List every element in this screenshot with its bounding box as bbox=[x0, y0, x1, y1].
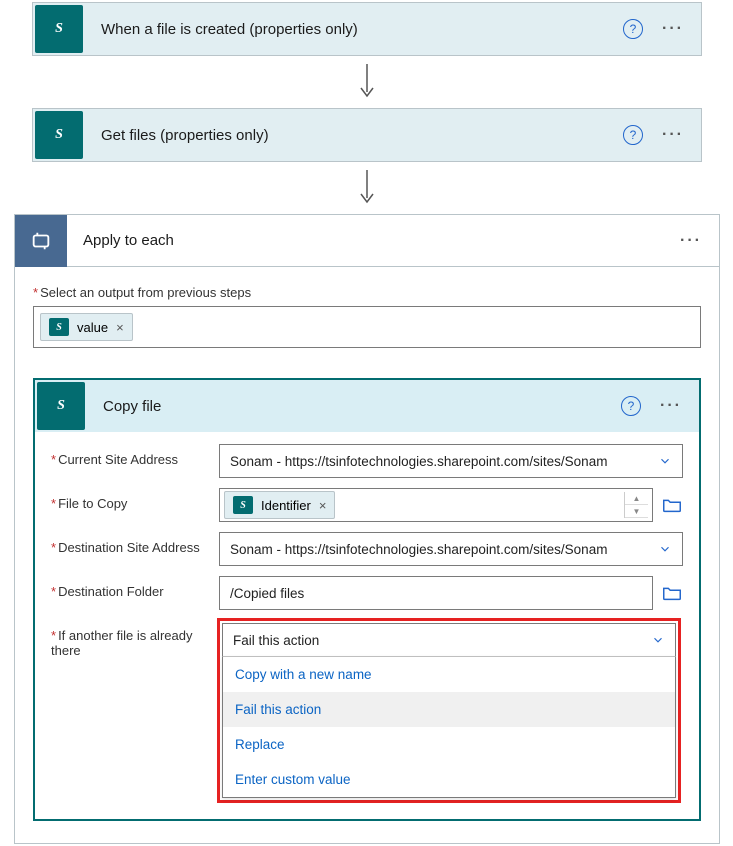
remove-token-icon[interactable]: × bbox=[319, 498, 327, 513]
more-icon[interactable]: ··· bbox=[659, 126, 687, 144]
apply-to-each-container: Apply to each ··· Select an output from … bbox=[14, 214, 720, 844]
dropdown-option-replace[interactable]: Replace bbox=[223, 727, 675, 762]
sharepoint-icon: S bbox=[233, 496, 253, 514]
sharepoint-icon: S bbox=[49, 318, 69, 336]
help-icon[interactable]: ? bbox=[623, 19, 643, 39]
trigger-card[interactable]: S When a file is created (properties onl… bbox=[32, 2, 702, 56]
step-down[interactable]: ▼ bbox=[625, 505, 648, 518]
help-icon[interactable]: ? bbox=[623, 125, 643, 145]
card-header: S When a file is created (properties onl… bbox=[33, 3, 701, 55]
file-to-copy-input[interactable]: S Identifier × ▲▼ bbox=[219, 488, 653, 522]
dropdown-option-copy-new-name[interactable]: Copy with a new name bbox=[223, 657, 675, 692]
conflict-label: If another file is already there bbox=[51, 620, 219, 658]
output-input[interactable]: S value × bbox=[33, 306, 701, 348]
site-address-select[interactable]: Sonam - https://tsinfotechnologies.share… bbox=[219, 444, 683, 478]
highlighted-area: Fail this action Copy with a new name Fa… bbox=[217, 618, 681, 803]
container-header[interactable]: Apply to each ··· bbox=[15, 215, 719, 267]
remove-token-icon[interactable]: × bbox=[116, 320, 124, 335]
card-title: When a file is created (properties only) bbox=[85, 21, 623, 38]
step-up[interactable]: ▲ bbox=[625, 492, 648, 505]
more-icon[interactable]: ··· bbox=[677, 232, 705, 250]
dest-site-select[interactable]: Sonam - https://tsinfotechnologies.share… bbox=[219, 532, 683, 566]
card-header[interactable]: S Copy file ? ··· bbox=[35, 380, 699, 432]
output-label: Select an output from previous steps bbox=[33, 285, 701, 300]
more-icon[interactable]: ··· bbox=[657, 397, 685, 415]
stepper[interactable]: ▲▼ bbox=[624, 492, 648, 518]
chevron-down-icon bbox=[658, 454, 672, 468]
conflict-dropdown: Copy with a new name Fail this action Re… bbox=[222, 656, 676, 798]
token-label: value bbox=[77, 320, 108, 335]
flow-arrow-icon bbox=[2, 170, 731, 206]
sharepoint-icon: S bbox=[35, 111, 83, 159]
flow-arrow-icon bbox=[2, 64, 731, 100]
sharepoint-icon: S bbox=[37, 382, 85, 430]
folder-picker-icon[interactable] bbox=[661, 576, 683, 610]
card-title: Copy file bbox=[87, 398, 621, 415]
token-label: Identifier bbox=[261, 498, 311, 513]
dest-folder-input[interactable]: /Copied files bbox=[219, 576, 653, 610]
dest-folder-value: /Copied files bbox=[230, 586, 304, 601]
dest-site-value: Sonam - https://tsinfotechnologies.share… bbox=[230, 542, 607, 557]
more-icon[interactable]: ··· bbox=[659, 20, 687, 38]
dropdown-option-fail[interactable]: Fail this action bbox=[223, 692, 675, 727]
loop-icon bbox=[15, 215, 67, 267]
help-icon[interactable]: ? bbox=[621, 396, 641, 416]
dynamic-token-identifier[interactable]: S Identifier × bbox=[224, 491, 335, 519]
site-address-label: Current Site Address bbox=[51, 444, 219, 467]
file-to-copy-label: File to Copy bbox=[51, 488, 219, 511]
action-card-copyfile: S Copy file ? ··· Current Site Address S… bbox=[33, 378, 701, 821]
action-card-getfiles[interactable]: S Get files (properties only) ? ··· bbox=[32, 108, 702, 162]
dropdown-option-custom[interactable]: Enter custom value bbox=[223, 762, 675, 797]
dynamic-token-value[interactable]: S value × bbox=[40, 313, 133, 341]
card-header: S Get files (properties only) ? ··· bbox=[33, 109, 701, 161]
conflict-value: Fail this action bbox=[233, 633, 319, 648]
card-title: Get files (properties only) bbox=[85, 127, 623, 144]
sharepoint-icon: S bbox=[35, 5, 83, 53]
conflict-select[interactable]: Fail this action bbox=[222, 623, 676, 657]
container-title: Apply to each bbox=[67, 232, 677, 249]
dest-site-label: Destination Site Address bbox=[51, 532, 219, 555]
dest-folder-label: Destination Folder bbox=[51, 576, 219, 599]
folder-picker-icon[interactable] bbox=[661, 488, 683, 522]
chevron-down-icon bbox=[651, 633, 665, 647]
chevron-down-icon bbox=[658, 542, 672, 556]
site-address-value: Sonam - https://tsinfotechnologies.share… bbox=[230, 454, 607, 469]
